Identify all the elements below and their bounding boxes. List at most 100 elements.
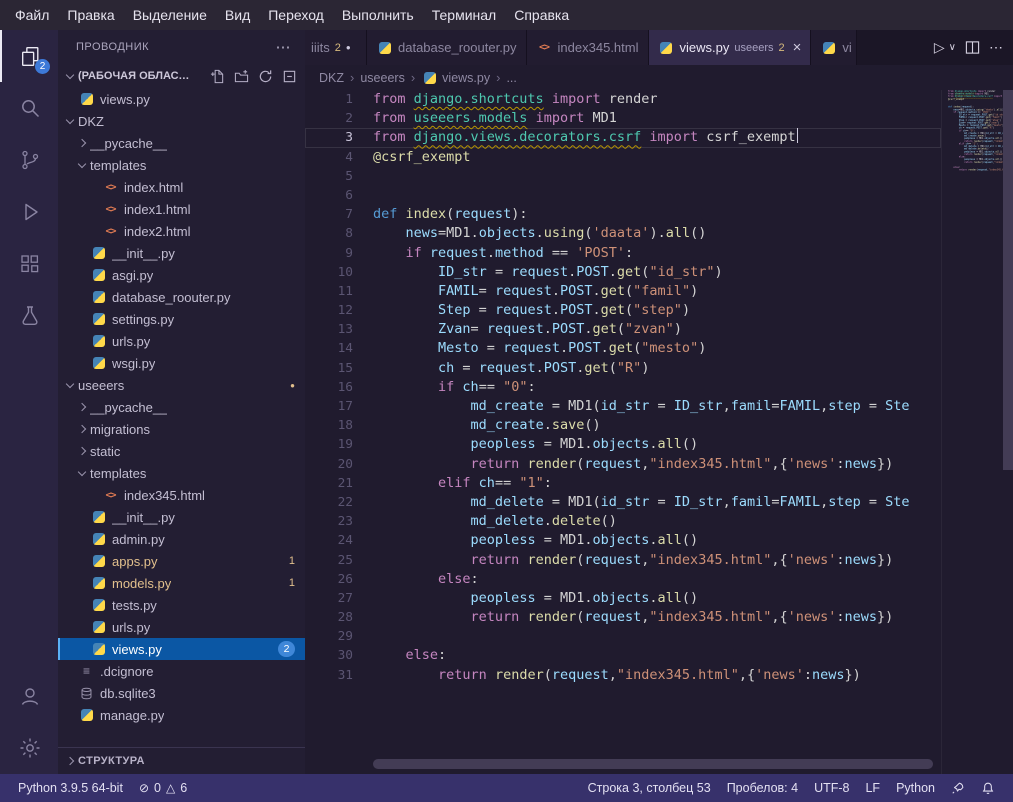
code-line-26[interactable]: 26 else: xyxy=(305,570,941,589)
tree-item-index-html[interactable]: <>index.html xyxy=(58,176,305,198)
collapse-folders-button[interactable] xyxy=(282,69,297,84)
code-line-4[interactable]: 4@csrf_exempt xyxy=(305,148,941,167)
new-file-button[interactable] xyxy=(210,69,225,84)
code-line-27[interactable]: 27 peopless = MD1.objects.all() xyxy=(305,589,941,608)
more-actions-icon[interactable]: ⋯ xyxy=(276,38,292,56)
code-line-7[interactable]: 7def index(request): xyxy=(305,205,941,224)
code-line-25[interactable]: 25 return render(request,"index345.html"… xyxy=(305,551,941,570)
activity-account[interactable] xyxy=(0,670,58,722)
cursor-position[interactable]: Строка 3, столбец 53 xyxy=(580,781,719,795)
code-line-15[interactable]: 15 ch = request.POST.get("R") xyxy=(305,359,941,378)
tree-item-dcignore[interactable]: ≡.dcignore xyxy=(58,660,305,682)
code-line-2[interactable]: 2from useeers.models import MD1 xyxy=(305,109,941,128)
tree-item-pycache[interactable]: __pycache__ xyxy=(58,132,305,154)
activity-run-debug[interactable] xyxy=(0,186,58,238)
new-folder-button[interactable] xyxy=(234,69,249,84)
code-line-14[interactable]: 14 Mesto = request.POST.get("mesto") xyxy=(305,339,941,358)
breadcrumb-dkz[interactable]: DKZ xyxy=(319,71,344,85)
menu-item[interactable]: Правка xyxy=(58,0,123,30)
tree-item-index1-html[interactable]: <>index1.html xyxy=(58,198,305,220)
code-line-3[interactable]: 3from django.views.decorators.csrf impor… xyxy=(305,128,941,147)
problems[interactable]: ⊘0△6 xyxy=(131,781,195,795)
tree-item-dkz[interactable]: DKZ xyxy=(58,110,305,132)
code-line-9[interactable]: 9 if request.method == 'POST': xyxy=(305,244,941,263)
code-line-20[interactable]: 20 return render(request,"index345.html"… xyxy=(305,455,941,474)
tree-item-index345-html[interactable]: <>index345.html xyxy=(58,484,305,506)
code-line-13[interactable]: 13 Zvan= request.POST.get("zvan") xyxy=(305,320,941,339)
activity-extensions[interactable] xyxy=(0,238,58,290)
activity-settings[interactable] xyxy=(0,722,58,774)
tree-item-urls-py[interactable]: urls.py xyxy=(58,616,305,638)
code-line-23[interactable]: 23 md_delete.delete() xyxy=(305,512,941,531)
split-editor-button[interactable] xyxy=(965,40,980,55)
breadcrumb-useeers[interactable]: useeers xyxy=(360,71,404,85)
tree-item-useeers[interactable]: useeers● xyxy=(58,374,305,396)
code-line-10[interactable]: 10 ID_str = request.POST.get("id_str") xyxy=(305,263,941,282)
python-interpreter[interactable]: Python 3.9.5 64-bit xyxy=(10,781,131,795)
breadcrumb-views-py[interactable]: views.py xyxy=(421,70,490,86)
indentation[interactable]: Пробелов: 4 xyxy=(719,781,806,795)
tab-views-py[interactable]: views.pyuseeers2× xyxy=(649,30,812,65)
menu-item[interactable]: Справка xyxy=(505,0,578,30)
tree-item-asgi-py[interactable]: asgi.py xyxy=(58,264,305,286)
tree-item-wsgi-py[interactable]: wsgi.py xyxy=(58,352,305,374)
tree-item-database-roouter-py[interactable]: database_roouter.py xyxy=(58,286,305,308)
tree-item-templates[interactable]: templates xyxy=(58,154,305,176)
bell-icon[interactable] xyxy=(973,781,1003,795)
tree-item-views-py[interactable]: views.py xyxy=(58,88,305,110)
outline-section-header[interactable]: СТРУКТУРА xyxy=(58,747,305,774)
code-line-31[interactable]: 31 return render(request,"index345.html"… xyxy=(305,666,941,685)
code-line-16[interactable]: 16 if ch== "0": xyxy=(305,378,941,397)
vertical-scrollbar[interactable] xyxy=(1003,90,1013,470)
tree-item-apps-py[interactable]: apps.py1 xyxy=(58,550,305,572)
tab-index345-html[interactable]: <>index345.html xyxy=(527,30,649,65)
code-line-24[interactable]: 24 peopless = MD1.objects.all() xyxy=(305,531,941,550)
minimap[interactable]: from django.shortcuts import renderfrom … xyxy=(941,90,1003,774)
activity-source-control[interactable] xyxy=(0,134,58,186)
tree-item-models-py[interactable]: models.py1 xyxy=(58,572,305,594)
encoding[interactable]: UTF-8 xyxy=(806,781,857,795)
tree-item-init-py[interactable]: __init__.py xyxy=(58,242,305,264)
workspace-section-header[interactable]: (РАБОЧАЯ ОБЛАСТЬ) ... xyxy=(58,64,305,88)
refresh-explorer-button[interactable] xyxy=(258,69,273,84)
code-line-5[interactable]: 5 xyxy=(305,167,941,186)
tab-vi[interactable]: vi xyxy=(811,30,857,65)
code-line-1[interactable]: 1from django.shortcuts import render xyxy=(305,90,941,109)
activity-search[interactable] xyxy=(0,82,58,134)
tab-iiits[interactable]: iiits2● xyxy=(305,30,367,65)
menu-item[interactable]: Терминал xyxy=(423,0,505,30)
breadcrumb-item[interactable]: ... xyxy=(506,71,516,85)
tree-item-admin-py[interactable]: admin.py xyxy=(58,528,305,550)
code-line-30[interactable]: 30 else: xyxy=(305,646,941,665)
activity-testing[interactable] xyxy=(0,290,58,342)
menu-item[interactable]: Файл xyxy=(6,0,58,30)
code-line-6[interactable]: 6 xyxy=(305,186,941,205)
tree-item-index2-html[interactable]: <>index2.html xyxy=(58,220,305,242)
tree-item-views-py[interactable]: views.py2 xyxy=(58,638,305,660)
tree-item-templates[interactable]: templates xyxy=(58,462,305,484)
code-line-28[interactable]: 28 return render(request,"index345.html"… xyxy=(305,608,941,627)
tree-item-urls-py[interactable]: urls.py xyxy=(58,330,305,352)
tab-database-roouter-py[interactable]: database_roouter.py xyxy=(367,30,527,65)
tree-item-migrations[interactable]: migrations xyxy=(58,418,305,440)
menu-item[interactable]: Вид xyxy=(216,0,259,30)
code-line-19[interactable]: 19 peopless = MD1.objects.all() xyxy=(305,435,941,454)
tree-item-db-sqlite3[interactable]: db.sqlite3 xyxy=(58,682,305,704)
menu-item[interactable]: Выделение xyxy=(124,0,216,30)
code-line-8[interactable]: 8 news=MD1.objects.using('daata').all() xyxy=(305,224,941,243)
menu-item[interactable]: Выполнить xyxy=(333,0,423,30)
tree-item-pycache[interactable]: __pycache__ xyxy=(58,396,305,418)
tree-item-manage-py[interactable]: manage.py xyxy=(58,704,305,726)
horizontal-scrollbar[interactable] xyxy=(373,759,933,769)
activity-explorer[interactable]: 2 xyxy=(0,30,58,82)
code-line-21[interactable]: 21 elif ch== "1": xyxy=(305,474,941,493)
code-area[interactable]: 1from django.shortcuts import render2fro… xyxy=(305,90,941,774)
close-tab-icon[interactable]: × xyxy=(793,39,802,56)
eol[interactable]: LF xyxy=(857,781,888,795)
code-line-12[interactable]: 12 Step = request.POST.get("step") xyxy=(305,301,941,320)
code-line-17[interactable]: 17 md_create = MD1(id_str = ID_str,famil… xyxy=(305,397,941,416)
tree-item-tests-py[interactable]: tests.py xyxy=(58,594,305,616)
tree-item-settings-py[interactable]: settings.py xyxy=(58,308,305,330)
code-line-18[interactable]: 18 md_create.save() xyxy=(305,416,941,435)
rocket-icon[interactable] xyxy=(943,781,973,795)
